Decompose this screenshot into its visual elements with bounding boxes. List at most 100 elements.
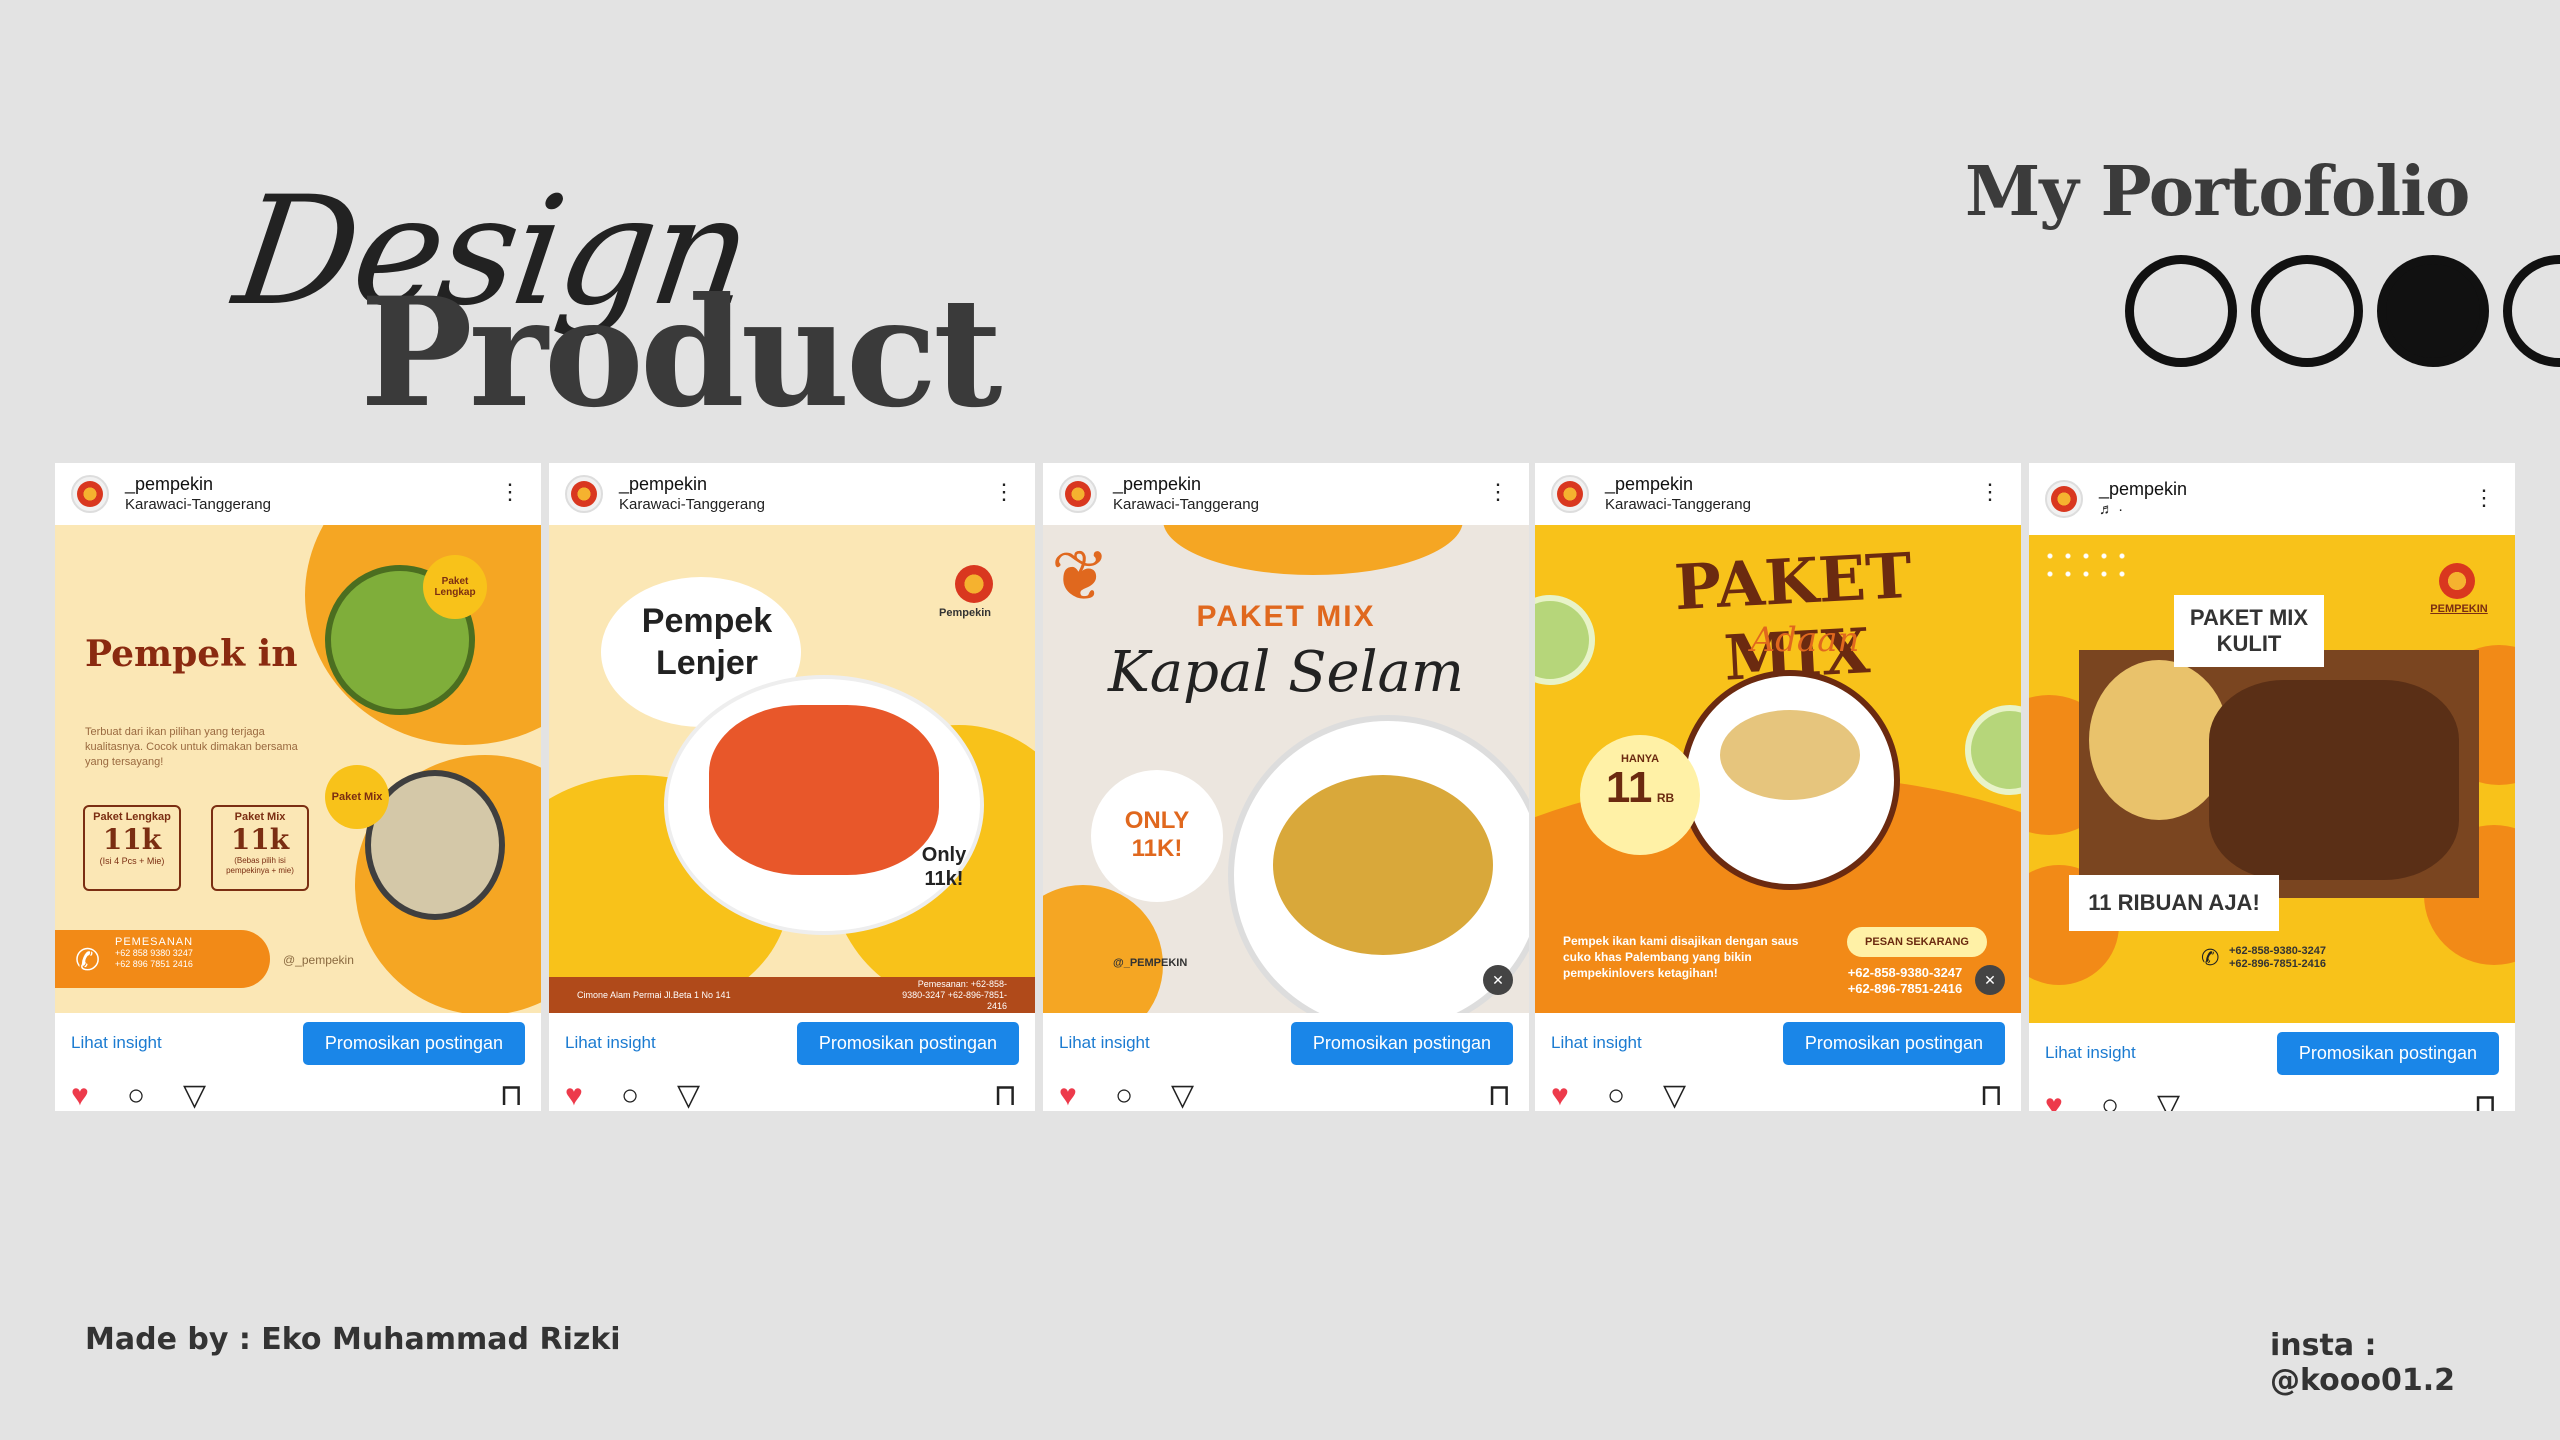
avatar[interactable] — [2045, 480, 2083, 518]
post-audio[interactable]: ♬ · — [2099, 500, 2187, 520]
avatar[interactable] — [71, 475, 109, 513]
bookmark-icon[interactable]: ⊓ — [994, 1081, 1017, 1111]
comment-icon[interactable]: ○ — [1607, 1081, 1625, 1111]
promote-post-button[interactable]: Promosikan postingan — [302, 1021, 525, 1065]
avatar[interactable] — [565, 475, 603, 513]
fried-pempek — [1273, 775, 1493, 955]
more-options-icon[interactable]: ⋮ — [1487, 481, 1509, 503]
post-headline: Kapal Selam — [1107, 640, 1465, 705]
avatar[interactable] — [1059, 475, 1097, 513]
share-icon[interactable]: ▽ — [1171, 1081, 1194, 1111]
food-photo — [2079, 650, 2479, 898]
post-headline-top: PAKET MIX — [1196, 600, 1376, 633]
instagram-post-1: _pempekin Karawaci-Tanggerang ⋮ Paket Le… — [55, 463, 541, 1111]
mute-icon[interactable]: ✕ — [1483, 965, 1513, 995]
post-location[interactable]: Karawaci-Tanggerang — [125, 495, 271, 515]
post-location[interactable]: Karawaci-Tanggerang — [1113, 495, 1259, 515]
dot-empty — [2503, 255, 2560, 367]
more-options-icon[interactable]: ⋮ — [993, 481, 1015, 503]
badge-paket-lengkap: Paket Lengkap — [423, 555, 487, 619]
pempek-mix — [1720, 710, 1860, 800]
brand-name: PEMPEKIN — [2430, 603, 2488, 615]
cucumber-slice — [1535, 595, 1595, 685]
promote-post-button[interactable]: Promosikan postingan — [1782, 1021, 2005, 1065]
author-credit: Made by : Eko Muhammad Rizki — [85, 1322, 621, 1357]
promote-post-button[interactable]: Promosikan postingan — [1290, 1021, 1513, 1065]
instagram-post-2: _pempekin Karawaci-Tanggerang ⋮ Pempek L… — [549, 463, 1035, 1111]
phone-numbers: +62-858-9380-3247 +62-896-7851-2416 — [1847, 965, 1963, 996]
cucumber-slice — [1965, 705, 2021, 795]
heart-icon[interactable]: ♥ — [1551, 1081, 1569, 1111]
post-headline: Pempek in — [85, 633, 298, 675]
instagram-post-5: _pempekin ♬ · ⋮ PEMPEKIN PAKET MIX KULIT… — [2029, 463, 2515, 1111]
price-label: ONLY 11K! — [1124, 807, 1190, 862]
post-image[interactable]: ❦ PAKET MIX Kapal Selam ONLY 11K! @_PEMP… — [1043, 525, 1529, 1013]
post-header: _pempekin Karawaci-Tanggerang ⋮ — [55, 463, 541, 525]
post-image[interactable]: Pempek Lenjer Pempekin Only 11k! Cimone … — [549, 525, 1035, 1013]
heart-icon[interactable]: ♥ — [2045, 1091, 2063, 1112]
post-username[interactable]: _pempekin — [619, 473, 765, 495]
promote-post-button[interactable]: Promosikan postingan — [796, 1021, 1019, 1065]
heart-icon[interactable]: ♥ — [565, 1081, 583, 1111]
post-username[interactable]: _pempekin — [1605, 473, 1751, 495]
comment-icon[interactable]: ○ — [127, 1081, 145, 1111]
post-image[interactable]: PEMPEKIN PAKET MIX KULIT 11 RIBUAN AJA! … — [2029, 535, 2515, 1023]
post-tagline: Terbuat dari ikan pilihan yang terjaga k… — [85, 726, 298, 768]
post-headline: PAKET MIX KULIT — [2174, 595, 2324, 667]
post-image[interactable]: PAKET MIX Adaan HANYA 11 RB Pempek ikan … — [1535, 525, 2021, 1013]
promote-post-button[interactable]: Promosikan postingan — [2276, 1031, 2499, 1075]
social-handle: @_pempekin — [283, 953, 354, 967]
comment-icon[interactable]: ○ — [2101, 1091, 2119, 1112]
dot-filled — [2377, 255, 2489, 367]
post-description: Pempek ikan kami disajikan dengan saus c… — [1563, 934, 1799, 980]
share-icon[interactable]: ▽ — [1663, 1081, 1686, 1111]
post-username[interactable]: _pempekin — [2099, 478, 2187, 500]
brand-logo — [955, 565, 993, 603]
insight-link[interactable]: Lihat insight — [71, 1033, 162, 1053]
social-handle: @_PEMPEKIN — [1113, 957, 1188, 969]
insight-link[interactable]: Lihat insight — [1059, 1033, 1150, 1053]
instagram-post-3: _pempekin Karawaci-Tanggerang ⋮ ❦ PAKET … — [1043, 463, 1529, 1111]
price-circle: HANYA 11 RB — [1580, 735, 1700, 855]
contact-strip: Cimone Alam Permai Jl.Beta 1 No 141 Peme… — [549, 977, 1035, 1013]
post-subheadline: Adaan — [1750, 620, 1860, 660]
brand-logo — [2439, 563, 2475, 599]
bookmark-icon[interactable]: ⊓ — [500, 1081, 523, 1111]
post-image[interactable]: Paket Lengkap Paket Mix Pempek in Terbua… — [55, 525, 541, 1013]
insight-link[interactable]: Lihat insight — [2045, 1043, 2136, 1063]
price-box-lengkap: Paket Lengkap 11k (Isi 4 Pcs + Mie) — [83, 805, 181, 891]
order-now-badge: PESAN SEKARANG — [1847, 927, 1987, 957]
insight-link[interactable]: Lihat insight — [1551, 1033, 1642, 1053]
instagram-post-4: _pempekin Karawaci-Tanggerang ⋮ PAKET MI… — [1535, 463, 2021, 1111]
post-headline: Pempek Lenjer — [641, 602, 773, 682]
portfolio-title: My Portofolio — [1965, 152, 2470, 232]
insight-link[interactable]: Lihat insight — [565, 1033, 656, 1053]
mute-icon[interactable]: ✕ — [1975, 965, 2005, 995]
dot-pattern — [2041, 547, 2131, 587]
share-icon[interactable]: ▽ — [677, 1081, 700, 1111]
price-label: Only 11k! — [921, 844, 967, 890]
more-options-icon[interactable]: ⋮ — [499, 481, 521, 503]
post-location[interactable]: Karawaci-Tanggerang — [1605, 495, 1751, 515]
page-indicator-dots — [2125, 255, 2560, 375]
bookmark-icon[interactable]: ⊓ — [1488, 1081, 1511, 1111]
post-username[interactable]: _pempekin — [125, 473, 271, 495]
dot-empty — [2125, 255, 2237, 367]
bookmark-icon[interactable]: ⊓ — [1980, 1081, 2003, 1111]
comment-icon[interactable]: ○ — [1115, 1081, 1133, 1111]
post-username[interactable]: _pempekin — [1113, 473, 1259, 495]
phone-icon: ✆ — [75, 944, 101, 977]
price-box-mix: Paket Mix 11k (Bebas pilih isi pempekiny… — [211, 805, 309, 891]
more-options-icon[interactable]: ⋮ — [1979, 481, 2001, 503]
bookmark-icon[interactable]: ⊓ — [2474, 1091, 2497, 1112]
heart-icon[interactable]: ♥ — [1059, 1081, 1077, 1111]
heart-icon[interactable]: ♥ — [71, 1081, 89, 1111]
price-label: 11 RIBUAN AJA! — [2069, 875, 2279, 931]
comment-icon[interactable]: ○ — [621, 1081, 639, 1111]
more-options-icon[interactable]: ⋮ — [2473, 487, 2495, 509]
post-location[interactable]: Karawaci-Tanggerang — [619, 495, 765, 515]
avatar[interactable] — [1551, 475, 1589, 513]
share-icon[interactable]: ▽ — [2157, 1091, 2180, 1112]
share-icon[interactable]: ▽ — [183, 1081, 206, 1111]
instagram-handle: insta : @kooo01.2 — [2270, 1328, 2455, 1398]
